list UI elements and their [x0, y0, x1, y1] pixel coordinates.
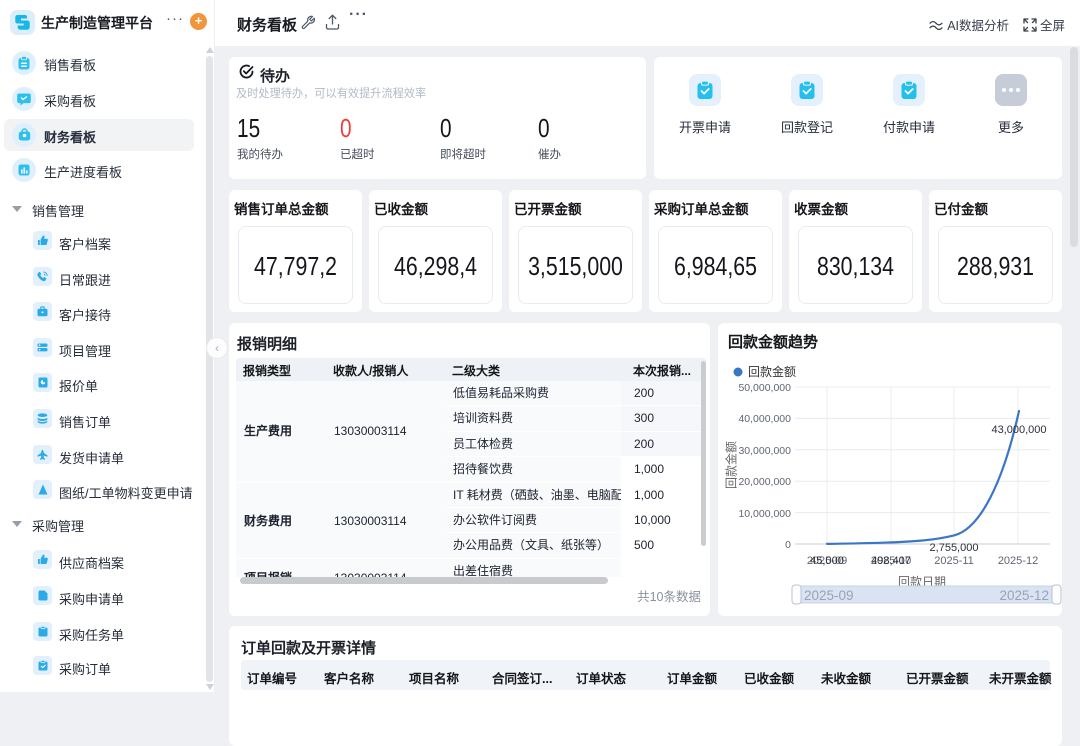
svg-text:20,000,000: 20,000,000: [738, 476, 791, 488]
svg-text:50,000,000: 50,000,000: [738, 382, 791, 394]
svg-text:2025-12: 2025-12: [999, 588, 1049, 603]
svg-text:10,000,000: 10,000,000: [738, 508, 791, 520]
svg-text:498,407: 498,407: [871, 555, 911, 567]
svg-text:43,000,000: 43,000,000: [991, 424, 1046, 436]
svg-text:40,000,000: 40,000,000: [738, 413, 791, 425]
svg-text:回款金额: 回款金额: [724, 441, 739, 489]
svg-text:45,000: 45,000: [810, 555, 844, 567]
svg-text:2025-09: 2025-09: [804, 588, 854, 603]
svg-text:回款金额趋势: 回款金额趋势: [728, 333, 818, 351]
svg-text:2,755,000: 2,755,000: [930, 542, 979, 554]
svg-text:30,000,000: 30,000,000: [738, 445, 791, 457]
svg-text:2025-11: 2025-11: [934, 555, 974, 567]
svg-text:2025-12: 2025-12: [998, 555, 1038, 567]
svg-text:回款金额: 回款金额: [748, 364, 796, 379]
svg-text:0: 0: [785, 539, 791, 551]
